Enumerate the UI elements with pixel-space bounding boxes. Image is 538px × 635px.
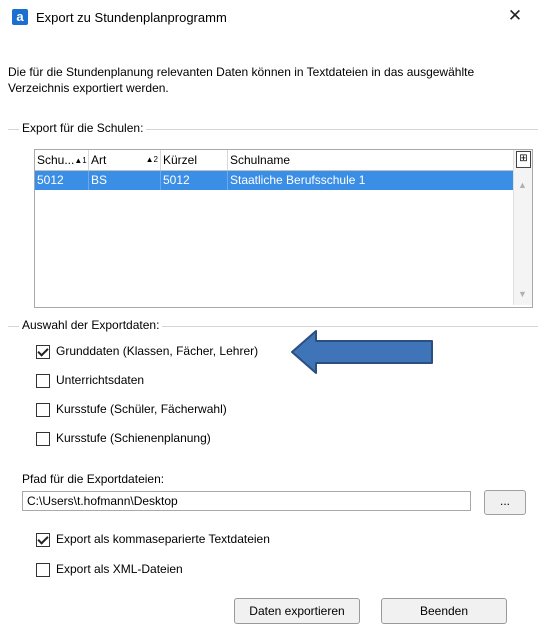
sort-asc-icon: ▲1 bbox=[74, 156, 87, 165]
column-header-kuerzel[interactable]: Kürzel bbox=[161, 150, 228, 170]
cell-schulname: Staatliche Berufsschule 1 bbox=[230, 173, 366, 187]
scroll-down-icon[interactable]: ▼ bbox=[518, 289, 527, 299]
option-label: Export als XML-Dateien bbox=[56, 562, 183, 576]
scroll-up-icon[interactable]: ▲ bbox=[518, 180, 527, 190]
column-label: Art bbox=[91, 153, 107, 167]
checkbox-checked[interactable] bbox=[36, 345, 50, 359]
export-data-group-label: Auswahl der Exportdaten: bbox=[19, 318, 163, 332]
checkbox[interactable] bbox=[36, 563, 50, 577]
close-button[interactable]: Beenden bbox=[381, 598, 507, 624]
option-label: Grunddaten (Klassen, Fächer, Lehrer) bbox=[56, 344, 259, 358]
option-label: Kursstufe (Schüler, Fächerwahl) bbox=[56, 402, 227, 416]
export-dialog: a Export zu Stundenplanprogramm ✕ Die fü… bbox=[0, 0, 538, 635]
checkbox[interactable] bbox=[36, 374, 50, 388]
cell-art: BS bbox=[89, 171, 161, 190]
column-chooser-icon[interactable]: ⊞ bbox=[516, 151, 531, 168]
checkbox[interactable] bbox=[36, 403, 50, 417]
column-label: Schulname bbox=[230, 153, 291, 167]
sort-asc-icon: ▲2 bbox=[145, 155, 158, 164]
path-label: Pfad für die Exportdateien: bbox=[22, 472, 165, 486]
vertical-scrollbar[interactable]: ⊞ ▲ ▼ bbox=[513, 150, 532, 305]
app-icon: a bbox=[12, 9, 28, 25]
window-title: Export zu Stundenplanprogramm bbox=[36, 10, 227, 25]
schools-list-header: Schu...▲1 Art ▲2 Kürzel Schulname bbox=[35, 150, 513, 171]
path-input[interactable]: C:\Users\t.hofmann\Desktop bbox=[22, 491, 471, 511]
checkbox[interactable] bbox=[36, 432, 50, 446]
column-header-art[interactable]: Art ▲2 bbox=[89, 150, 161, 170]
checkbox-checked[interactable] bbox=[36, 533, 50, 547]
option-label: Unterrichtsdaten bbox=[56, 373, 145, 387]
option-label: Kursstufe (Schienenplanung) bbox=[56, 431, 211, 445]
schools-list[interactable]: Schu...▲1 Art ▲2 Kürzel Schulname 5012 BS… bbox=[34, 149, 533, 308]
cell-kuerzel: 5012 bbox=[161, 171, 228, 190]
column-label: Kürzel bbox=[163, 153, 198, 167]
cell-schulnummer: 5012 bbox=[35, 171, 89, 190]
column-header-schulnummer[interactable]: Schu...▲1 bbox=[35, 150, 89, 170]
arrow-left-icon bbox=[291, 330, 433, 374]
schools-group-label: Export für die Schulen: bbox=[19, 121, 147, 135]
column-label: Schu... bbox=[37, 153, 75, 167]
column-header-schulname[interactable]: Schulname bbox=[228, 150, 513, 170]
table-row[interactable]: 5012 BS 5012 Staatliche Berufsschule 1 bbox=[35, 171, 513, 190]
title-bar: a Export zu Stundenplanprogramm ✕ bbox=[0, 0, 538, 34]
dialog-description: Die für die Stundenplanung relevanten Da… bbox=[8, 65, 475, 95]
export-button[interactable]: Daten exportieren bbox=[234, 598, 360, 624]
browse-button[interactable]: ... bbox=[484, 490, 526, 515]
option-label: Export als kommaseparierte Textdateien bbox=[56, 532, 270, 546]
close-window-button[interactable]: ✕ bbox=[492, 0, 538, 34]
